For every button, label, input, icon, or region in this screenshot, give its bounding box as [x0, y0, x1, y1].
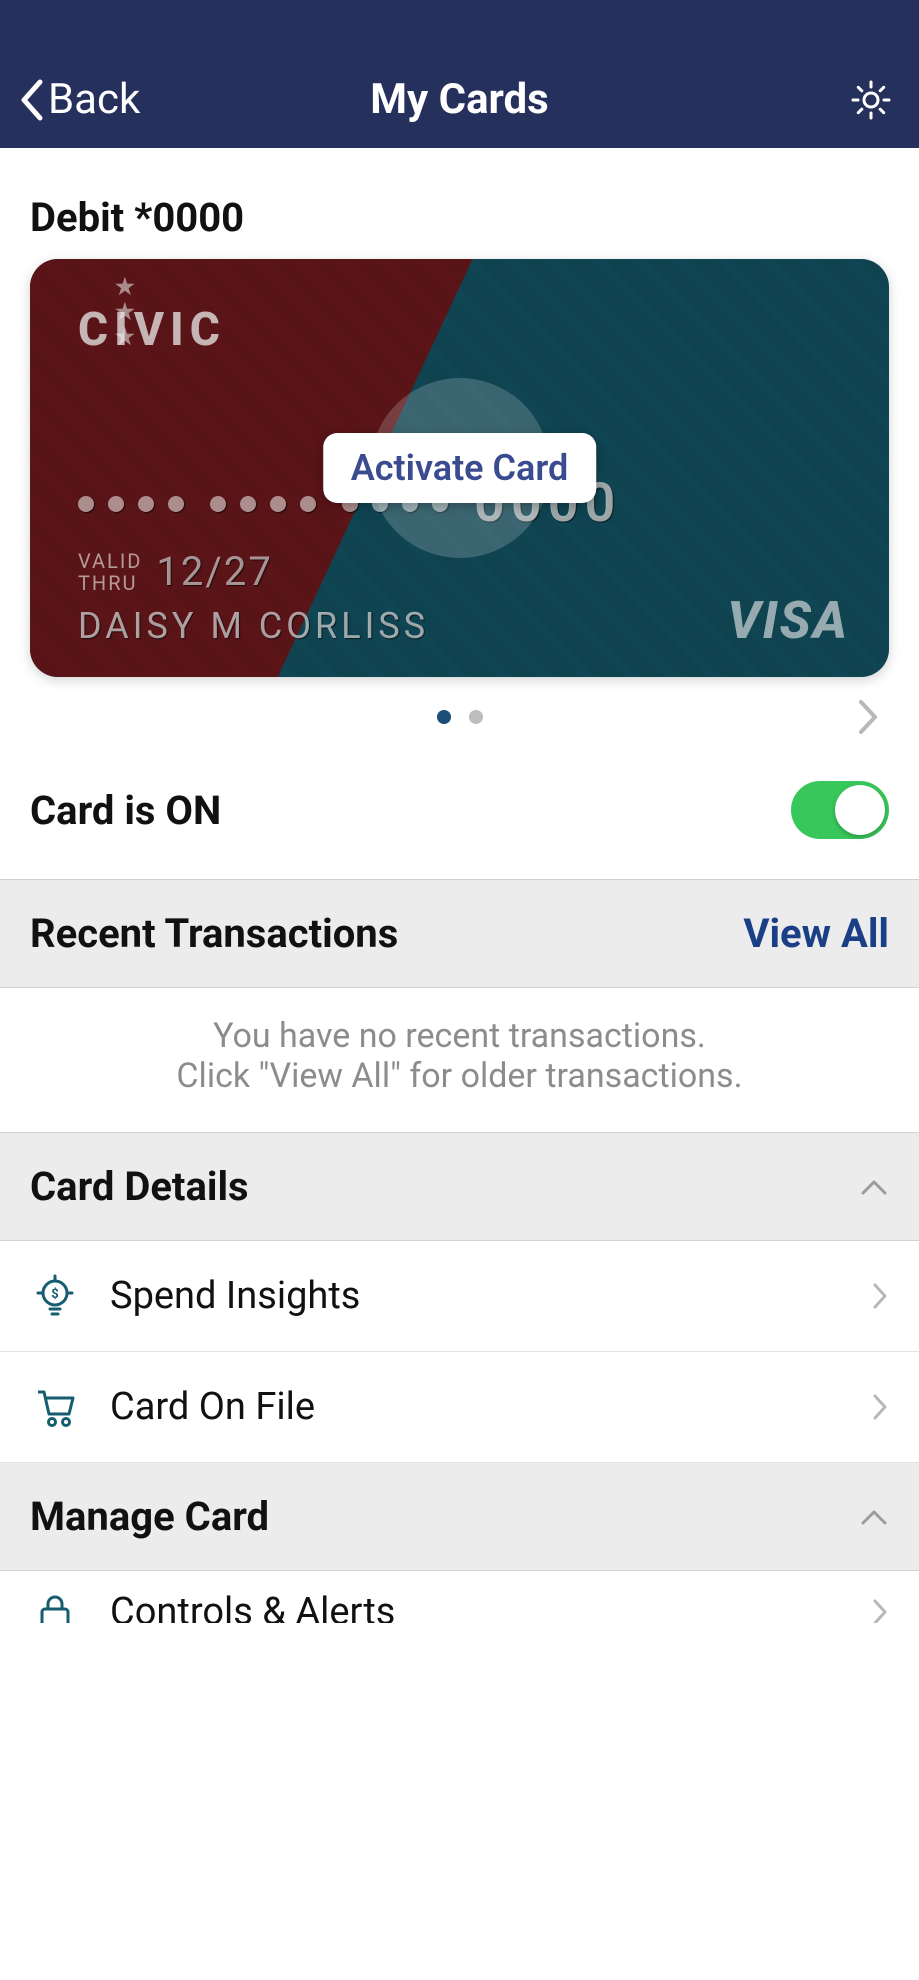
- visa-logo: VISA: [727, 590, 849, 651]
- card-on-file-row[interactable]: Card On File: [0, 1352, 919, 1463]
- card-brand: ★ ★ ★ CIVIC: [78, 303, 226, 357]
- debit-card: ★ ★ ★ CIVIC 0000 VALID THRU 12/27 DAISY …: [30, 259, 889, 677]
- chevron-right-icon: [871, 1597, 889, 1623]
- card-on-row: Card is ON: [0, 757, 919, 880]
- pager-dot-2[interactable]: [469, 710, 483, 724]
- recent-transactions-empty: You have no recent transactions. Click "…: [0, 988, 919, 1133]
- card-on-toggle[interactable]: [791, 781, 889, 839]
- spend-insights-label: Spend Insights: [110, 1274, 841, 1318]
- card-pager: [0, 677, 919, 757]
- card-details-title: Card Details: [30, 1163, 249, 1210]
- recent-transactions-title: Recent Transactions: [30, 910, 398, 957]
- recent-transactions-header: Recent Transactions View All: [0, 880, 919, 988]
- card-label: Debit *0000: [0, 148, 919, 259]
- chevron-right-icon: [857, 698, 879, 736]
- controls-alerts-label: Controls & Alerts: [110, 1590, 841, 1623]
- gear-icon: [850, 79, 892, 121]
- app-header: Back My Cards: [0, 0, 919, 148]
- card-holder: DAISY M CORLISS: [78, 605, 429, 647]
- chevron-up-icon: [859, 1507, 889, 1527]
- back-button[interactable]: Back: [18, 75, 140, 124]
- manage-card-header[interactable]: Manage Card: [0, 1463, 919, 1571]
- spend-insights-row[interactable]: $ Spend Insights: [0, 1241, 919, 1352]
- chevron-right-icon: [871, 1392, 889, 1422]
- chevron-right-icon: [871, 1281, 889, 1311]
- card-carousel[interactable]: ★ ★ ★ CIVIC 0000 VALID THRU 12/27 DAISY …: [0, 259, 919, 677]
- card-on-label: Card is ON: [30, 787, 221, 834]
- lightbulb-icon: $: [30, 1271, 80, 1321]
- stars-icon: ★ ★ ★: [115, 275, 189, 350]
- activate-card-button[interactable]: Activate Card: [323, 433, 597, 503]
- card-details-header[interactable]: Card Details: [0, 1133, 919, 1241]
- chevron-up-icon: [859, 1177, 889, 1197]
- next-card-button[interactable]: [857, 698, 879, 736]
- back-label: Back: [48, 75, 140, 124]
- controls-alerts-row[interactable]: Controls & Alerts: [0, 1571, 919, 1623]
- card-on-file-label: Card On File: [110, 1385, 841, 1429]
- page-title: My Cards: [370, 75, 549, 124]
- chevron-left-icon: [18, 78, 44, 122]
- card-valid-thru: VALID THRU 12/27: [78, 548, 273, 595]
- view-all-link[interactable]: View All: [743, 910, 889, 957]
- svg-text:$: $: [51, 1287, 58, 1302]
- manage-card-title: Manage Card: [30, 1493, 269, 1540]
- cart-icon: [30, 1382, 80, 1432]
- settings-button[interactable]: [847, 76, 895, 124]
- pager-dot-1[interactable]: [437, 710, 451, 724]
- lock-icon: [30, 1587, 80, 1623]
